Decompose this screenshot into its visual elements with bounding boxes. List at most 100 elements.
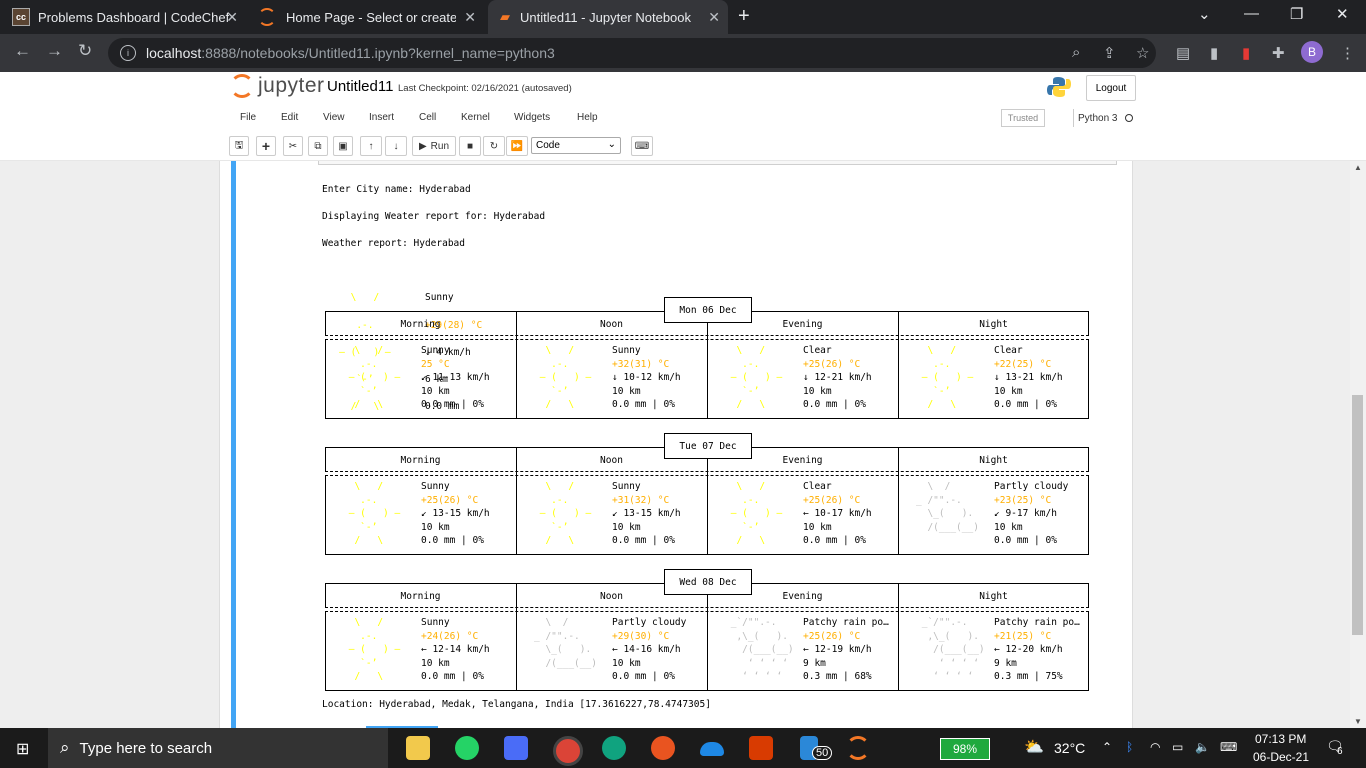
volume-icon[interactable]: 🔈	[1195, 740, 1210, 754]
menu-kernel[interactable]: Kernel	[461, 112, 490, 123]
file-explorer-icon[interactable]	[406, 736, 430, 760]
minimize-button[interactable]: —	[1244, 5, 1259, 22]
weather-symbol-icon: / \	[343, 671, 395, 683]
onedrive-icon[interactable]	[700, 742, 724, 756]
url-field[interactable]: i localhost:8888/notebooks/Untitled11.ip…	[108, 38, 1156, 68]
tab-jupyter-home[interactable]: Home Page - Select or create a n ✕	[250, 0, 484, 34]
tab-notebook[interactable]: ▰ Untitled11 - Jupyter Notebook ✕	[488, 0, 728, 34]
forecast-condition: Partly cloudy	[994, 481, 1069, 492]
forecast-precipitation: 0.0 mm | 0%	[612, 535, 675, 547]
scrollbar[interactable]: ▲ ▼	[1350, 161, 1366, 728]
close-icon[interactable]: ✕	[464, 9, 476, 26]
menu-widgets[interactable]: Widgets	[514, 112, 550, 123]
scroll-down-icon[interactable]: ▼	[1354, 717, 1362, 726]
close-window-button[interactable]: ✕	[1336, 5, 1349, 23]
weather-symbol-icon: / \	[343, 399, 395, 411]
weather-symbol-icon: / \	[534, 399, 586, 411]
notebook-title[interactable]: Untitled11	[327, 78, 393, 95]
ubuntu-icon[interactable]	[651, 736, 675, 760]
battery-icon[interactable]: ▭	[1172, 740, 1183, 754]
command-palette-button[interactable]: ⌨	[631, 136, 653, 156]
scrollbar-thumb[interactable]	[1352, 395, 1363, 635]
forecast-precipitation: 0.0 mm | 0%	[421, 671, 484, 683]
bluetooth-icon[interactable]: ᛒ	[1126, 740, 1133, 754]
menu-edit[interactable]: Edit	[281, 112, 298, 123]
save-button[interactable]: 🖫	[229, 136, 249, 156]
menu-file[interactable]: File	[240, 112, 256, 123]
code-input-area[interactable]	[318, 161, 1117, 165]
period-header: Morning	[400, 455, 441, 466]
clock-time[interactable]: 07:13 PM	[1255, 732, 1306, 746]
tab-title: Problems Dashboard | CodeChef	[38, 9, 230, 25]
app-icon[interactable]	[602, 736, 626, 760]
zoom-icon[interactable]: ⌕	[1072, 44, 1080, 61]
output-line: Weather report: Hyderabad	[322, 237, 465, 249]
avatar[interactable]: B	[1301, 41, 1323, 63]
url-path: :8888/notebooks/Untitled11.ipynb?kernel_…	[201, 45, 555, 61]
weather-symbol-icon: \ /	[343, 481, 395, 492]
weather-symbol-icon: ― ( ) ―	[534, 372, 597, 384]
weather-symbol-icon: ‘ ‘ ‘ ‘	[916, 657, 985, 669]
interrupt-button[interactable]: ■	[459, 136, 481, 156]
tab-search-chevron-icon[interactable]: ⌄	[1198, 5, 1211, 23]
weather-symbol-icon: ― ( ) ―	[343, 508, 406, 520]
jupyter-logo[interactable]: jupyter	[230, 74, 325, 98]
scroll-up-icon[interactable]: ▲	[1354, 163, 1362, 172]
restart-run-all-button[interactable]: ⏩	[506, 136, 528, 156]
menu-cell[interactable]: Cell	[419, 112, 436, 123]
extension-icon[interactable]: ▮	[1242, 44, 1250, 62]
cut-button[interactable]: ✂	[283, 136, 303, 156]
paste-button[interactable]: ▣	[333, 136, 353, 156]
forecast-visibility: 10 km	[612, 657, 641, 669]
jupyter-icon[interactable]	[846, 736, 870, 760]
insert-cell-button[interactable]: +	[256, 136, 276, 156]
menu-insert[interactable]: Insert	[369, 112, 394, 123]
office-icon[interactable]	[749, 736, 773, 760]
weather-symbol-icon: _ /"".-.	[534, 630, 586, 642]
maximize-button[interactable]: ❐	[1290, 5, 1303, 23]
tab-codechef[interactable]: cc Problems Dashboard | CodeChef ✕	[12, 0, 246, 34]
reload-icon[interactable]: ↻	[78, 41, 92, 61]
run-button[interactable]: ▶ Run	[412, 136, 456, 156]
extension-icon[interactable]: ▤	[1176, 44, 1190, 62]
taskbar-search[interactable]: ⌕ Type here to search	[48, 728, 388, 768]
wifi-icon[interactable]: ◠	[1150, 740, 1160, 754]
whatsapp-icon[interactable]	[455, 736, 479, 760]
back-icon[interactable]: ←	[14, 41, 31, 61]
chevron-up-icon[interactable]: ⌃	[1102, 740, 1112, 754]
menu-dots-icon[interactable]: ⋮	[1340, 44, 1355, 62]
store-icon[interactable]	[504, 736, 528, 760]
weather-symbol-icon: `-’	[343, 385, 395, 397]
new-tab-button[interactable]: +	[738, 5, 750, 28]
share-icon[interactable]: ⇪	[1103, 44, 1116, 62]
move-up-button[interactable]: ↑	[360, 136, 382, 156]
forward-icon[interactable]: →	[46, 41, 63, 61]
weather-icon[interactable]: ⛅	[1024, 737, 1044, 757]
logout-button[interactable]: Logout	[1086, 75, 1136, 101]
chrome-icon[interactable]	[553, 736, 583, 766]
close-icon[interactable]: ✕	[226, 9, 238, 26]
notification-count-badge: 50	[812, 746, 833, 760]
bookmark-star-icon[interactable]: ☆	[1136, 44, 1149, 62]
close-icon[interactable]: ✕	[708, 9, 720, 26]
weather-temp[interactable]: 32°C	[1054, 740, 1085, 756]
extension-icon[interactable]: ▮	[1210, 44, 1218, 62]
forecast-visibility: 10 km	[803, 385, 832, 397]
keyboard-icon[interactable]: ⌨	[1220, 740, 1237, 754]
battery-indicator[interactable]: 98%	[940, 738, 990, 760]
windows-start-icon[interactable]: ⊞	[16, 739, 29, 759]
restart-button[interactable]: ↻	[483, 136, 505, 156]
puzzle-icon[interactable]: ✚	[1272, 44, 1285, 62]
jupyter-icon	[258, 8, 276, 26]
copy-button[interactable]: ⧉	[308, 136, 328, 156]
site-info-icon[interactable]: i	[120, 45, 136, 61]
trusted-indicator[interactable]: Trusted	[1001, 109, 1045, 127]
weather-symbol-icon: `-’	[725, 521, 777, 533]
move-down-button[interactable]: ↓	[385, 136, 407, 156]
menu-view[interactable]: View	[323, 112, 345, 123]
clock-date[interactable]: 06-Dec-21	[1253, 750, 1309, 764]
cell-type-select[interactable]: Code ⌄	[531, 137, 621, 154]
notebook-icon: ▰	[500, 9, 510, 24]
menu-help[interactable]: Help	[577, 112, 598, 123]
forecast-temperature: +25(26) °C	[421, 494, 479, 506]
